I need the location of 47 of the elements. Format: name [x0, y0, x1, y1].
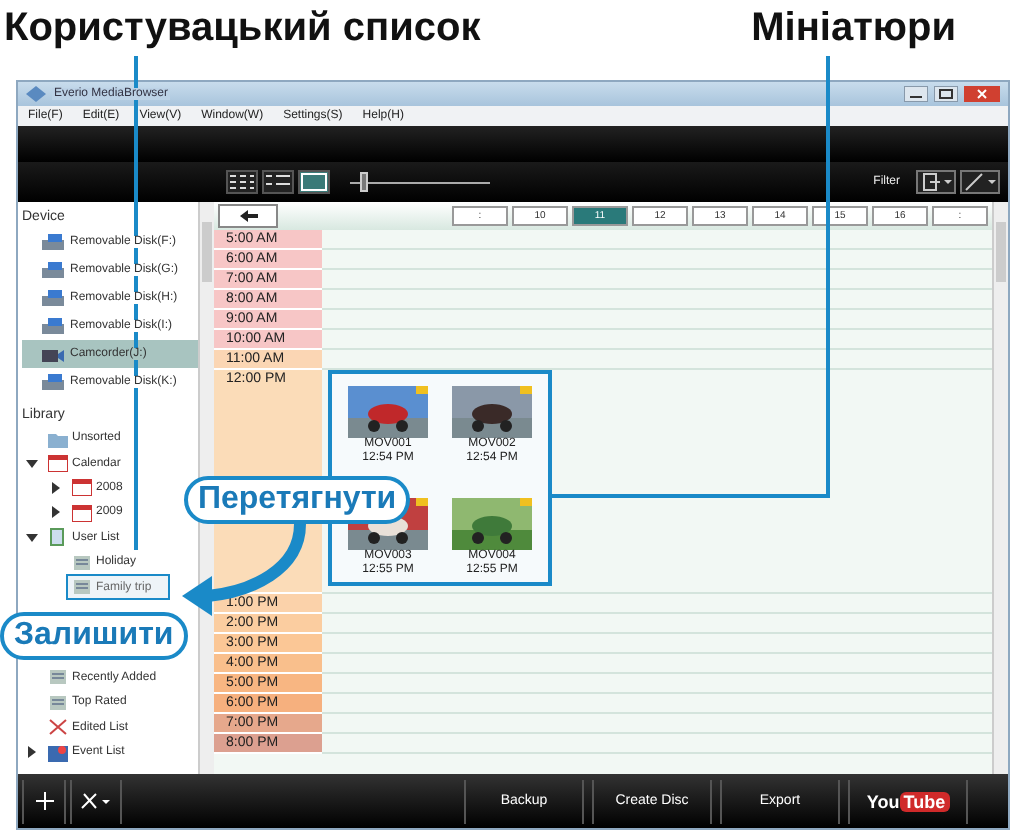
list-icon [72, 553, 92, 572]
collapse-arrow-icon[interactable] [26, 457, 38, 470]
slider-thumb[interactable] [360, 172, 368, 192]
tools-icon [80, 792, 112, 810]
app-icon [26, 86, 46, 102]
book-icon [48, 528, 68, 547]
callout-title: Користувацький список [4, 4, 481, 52]
add-button[interactable] [22, 779, 66, 823]
drive-icon [42, 373, 64, 391]
grid-icon [228, 172, 256, 192]
pen-icon [964, 172, 996, 192]
event-icon [48, 743, 68, 762]
zoom-slider[interactable] [350, 170, 490, 194]
expand-arrow-icon[interactable] [50, 506, 62, 519]
edit-button[interactable] [960, 170, 1000, 194]
sort-icon [920, 172, 952, 192]
list-icon [48, 668, 68, 687]
callout-label: Залишити [0, 612, 188, 660]
drive-icon [42, 261, 64, 279]
calendar-view-button[interactable] [298, 170, 330, 194]
close-icon[interactable] [964, 86, 1000, 102]
sort-button[interactable] [916, 170, 956, 194]
expand-arrow-icon[interactable] [26, 746, 38, 759]
calendar-icon [300, 172, 328, 192]
callout-label: Перетягнути [184, 476, 411, 524]
list-view-button[interactable] [262, 170, 294, 194]
grid-view-button[interactable] [226, 170, 258, 194]
maximize-icon[interactable] [934, 86, 958, 102]
calendar-icon [72, 503, 92, 522]
scrollbar[interactable] [992, 202, 1008, 774]
drive-icon [42, 317, 64, 335]
up-button[interactable] [218, 204, 278, 228]
minimize-icon[interactable] [904, 86, 928, 102]
collapse-arrow-icon[interactable] [26, 531, 38, 544]
upload-button[interactable]: You Tube [848, 779, 968, 823]
tools-button[interactable] [70, 779, 122, 823]
list-icon [48, 693, 68, 712]
drag-arrow [182, 523, 306, 616]
callout-title: Мініатюри [751, 4, 956, 52]
camcorder-icon [42, 345, 64, 363]
calendar-icon [72, 478, 92, 497]
expand-arrow-icon[interactable] [50, 481, 62, 494]
drive-icon [42, 289, 64, 307]
calendar-icon [48, 454, 68, 473]
list-icon [72, 578, 92, 597]
plus-icon [35, 792, 53, 810]
drive-icon [42, 233, 64, 251]
